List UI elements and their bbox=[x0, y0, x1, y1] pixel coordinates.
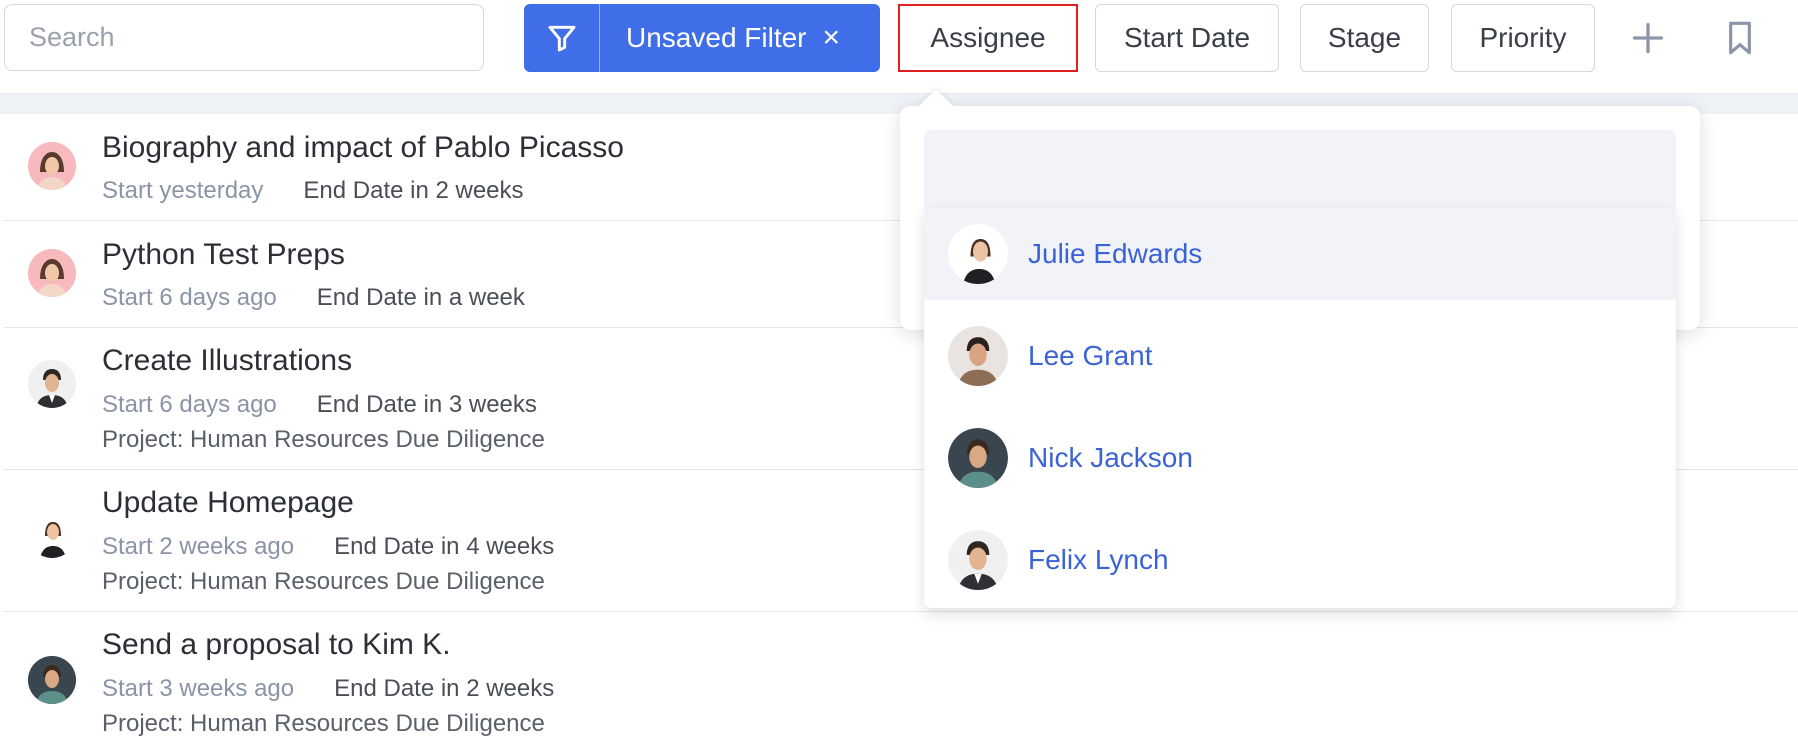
assignee-name: Nick Jackson bbox=[1028, 442, 1193, 473]
task-dates: Start 3 weeks ago End Date in 2 weeks bbox=[102, 675, 554, 703]
assignee-filter-chip[interactable]: Assignee bbox=[898, 4, 1078, 72]
assignee-name: Julie Edwards bbox=[1028, 238, 1203, 269]
bookmark-icon[interactable] bbox=[1712, 10, 1768, 66]
task-end: End Date in 3 weeks bbox=[316, 391, 537, 418]
task-dates: Start 6 days ago End Date in 3 weeks bbox=[102, 391, 537, 419]
avatar bbox=[28, 510, 76, 558]
task-project: Project: Human Resources Due Diligence bbox=[102, 710, 545, 737]
stage-filter-chip[interactable]: Stage bbox=[1300, 4, 1429, 72]
avatar bbox=[28, 249, 76, 297]
task-title[interactable]: Create Illustrations bbox=[102, 344, 352, 378]
task-start: Start 6 days ago bbox=[102, 391, 277, 418]
filter-icon[interactable] bbox=[524, 4, 600, 72]
filter-label: Unsaved Filter bbox=[626, 22, 807, 53]
task-project: Project: Human Resources Due Diligence bbox=[102, 568, 545, 595]
search-input[interactable] bbox=[4, 4, 484, 71]
avatar bbox=[28, 656, 76, 704]
task-title[interactable]: Python Test Preps bbox=[102, 238, 345, 272]
task-dates: Start 6 days ago End Date in a week bbox=[102, 284, 525, 312]
assignee-option[interactable]: Lee Grant bbox=[924, 310, 1676, 402]
assignee-option[interactable]: Nick Jackson bbox=[924, 412, 1676, 504]
task-dates: Start yesterday End Date in 2 weeks bbox=[102, 177, 524, 205]
task-title[interactable]: Update Homepage bbox=[102, 486, 354, 520]
avatar bbox=[948, 224, 1008, 284]
task-end: End Date in 2 weeks bbox=[334, 675, 555, 702]
filter-toolbar: Unsaved Filter × Assignee Start Date Sta… bbox=[0, 0, 1798, 94]
clear-filter-icon[interactable]: × bbox=[823, 23, 841, 53]
plus-icon[interactable] bbox=[1620, 10, 1676, 66]
task-dates: Start 2 weeks ago End Date in 4 weeks bbox=[102, 533, 554, 561]
start-date-filter-chip[interactable]: Start Date bbox=[1095, 4, 1279, 72]
priority-filter-chip[interactable]: Priority bbox=[1451, 4, 1595, 72]
assignee-search-input[interactable] bbox=[924, 130, 1676, 208]
assignee-name: Felix Lynch bbox=[1028, 544, 1169, 575]
assignee-option[interactable]: Julie Edwards bbox=[924, 208, 1676, 300]
task-end: End Date in a week bbox=[316, 284, 525, 311]
task-end: End Date in 4 weeks bbox=[334, 533, 555, 560]
task-start: Start 3 weeks ago bbox=[102, 675, 295, 702]
avatar bbox=[948, 326, 1008, 386]
avatar bbox=[948, 428, 1008, 488]
unsaved-filter-button[interactable]: Unsaved Filter × bbox=[524, 4, 880, 72]
assignee-option[interactable]: Felix Lynch bbox=[924, 514, 1676, 606]
task-title[interactable]: Biography and impact of Pablo Picasso bbox=[102, 131, 624, 165]
avatar bbox=[948, 530, 1008, 590]
task-row[interactable]: Send a proposal to Kim K. Start 3 weeks … bbox=[4, 612, 1798, 749]
task-project: Project: Human Resources Due Diligence bbox=[102, 426, 545, 453]
task-start: Start yesterday bbox=[102, 177, 264, 204]
avatar bbox=[28, 142, 76, 190]
avatar bbox=[28, 360, 76, 408]
assignee-options-list: Julie Edwards Lee Grant Nick Jackson Fel… bbox=[924, 208, 1676, 608]
task-start: Start 2 weeks ago bbox=[102, 533, 295, 560]
task-end: End Date in 2 weeks bbox=[303, 177, 524, 204]
assignee-name: Lee Grant bbox=[1028, 340, 1153, 371]
task-start: Start 6 days ago bbox=[102, 284, 277, 311]
task-title[interactable]: Send a proposal to Kim K. bbox=[102, 628, 451, 662]
